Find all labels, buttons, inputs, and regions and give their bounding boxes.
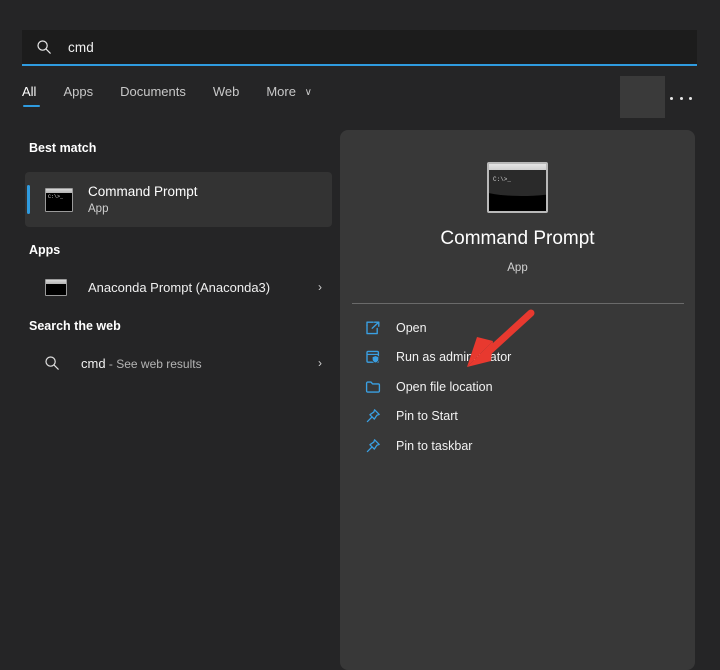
list-item-web-search[interactable]: cmd - See web results › [25,346,332,380]
command-prompt-icon: C:\>_ [487,162,548,213]
shield-window-icon [364,348,382,366]
filter-tabs: All Apps Documents Web More ∨ [22,84,339,114]
search-the-web-heading: Search the web [29,319,121,333]
web-search-suffix: - See web results [106,357,202,371]
chevron-down-icon: ∨ [305,87,312,98]
list-item-label: Anaconda Prompt (Anaconda3) [88,280,270,295]
start-menu-search-window: cmd All Apps Documents Web More ∨ Best m… [0,0,720,670]
command-prompt-icon: C:\>_ [45,188,73,212]
search-icon [44,355,60,371]
action-label: Open [396,321,427,335]
pin-icon [364,437,382,455]
apps-heading: Apps [29,243,60,257]
chevron-right-icon[interactable]: › [318,356,322,370]
best-match-title-label: Command Prompt [88,184,198,199]
ellipsis-icon-dot [689,97,692,100]
preview-app-subtitle: App [340,262,695,274]
action-pin-to-taskbar[interactable]: Pin to taskbar [340,431,695,461]
command-prompt-icon-text: C:\>_ [493,176,511,183]
action-label: Open file location [396,380,493,394]
search-box[interactable]: cmd [22,30,697,66]
best-match-subtitle-label: App [88,203,198,215]
open-external-icon [364,319,382,337]
best-match-text-block: Command Prompt App [88,184,198,215]
tab-documents-label: Documents [120,84,186,99]
overflow-menu-button[interactable] [668,88,694,108]
best-match-heading: Best match [29,141,96,155]
tab-more[interactable]: More ∨ [266,84,312,107]
tab-more-label: More [266,84,296,99]
folder-icon [364,378,382,396]
action-label: Run as administrator [396,350,511,364]
search-icon [36,39,52,55]
account-placeholder [620,76,665,118]
divider [352,303,684,304]
tab-documents[interactable]: Documents [120,84,186,107]
action-list: Open Run as administrator Open file loca… [340,313,695,461]
ellipsis-icon-dot [670,97,673,100]
tab-apps[interactable]: Apps [63,84,93,107]
icon-glare [487,170,548,196]
anaconda-prompt-icon [45,279,67,296]
chevron-right-icon[interactable]: › [318,280,322,294]
search-input[interactable]: cmd [68,40,94,55]
tab-web[interactable]: Web [213,84,240,107]
action-open[interactable]: Open [340,313,695,343]
pin-icon [364,407,382,425]
preview-panel: C:\>_ Command Prompt App Open [340,130,695,670]
tab-apps-label: Apps [63,84,93,99]
tab-all[interactable]: All [22,84,36,107]
list-item-anaconda-prompt[interactable]: Anaconda Prompt (Anaconda3) › [25,270,332,304]
selection-accent-bar [27,185,30,214]
web-search-query: cmd [81,356,106,371]
preview-app-title: Command Prompt [340,228,695,250]
action-pin-to-start[interactable]: Pin to Start [340,402,695,432]
ellipsis-icon-dot [680,97,683,100]
best-match-result[interactable]: C:\>_ Command Prompt App [25,172,332,227]
tab-web-label: Web [213,84,240,99]
command-prompt-icon-text: C:\>_ [48,195,63,200]
tab-all-label: All [22,84,36,99]
action-label: Pin to taskbar [396,439,472,453]
web-search-label: cmd - See web results [81,356,202,371]
action-label: Pin to Start [396,409,458,423]
action-open-file-location[interactable]: Open file location [340,372,695,402]
action-run-as-administrator[interactable]: Run as administrator [340,343,695,373]
